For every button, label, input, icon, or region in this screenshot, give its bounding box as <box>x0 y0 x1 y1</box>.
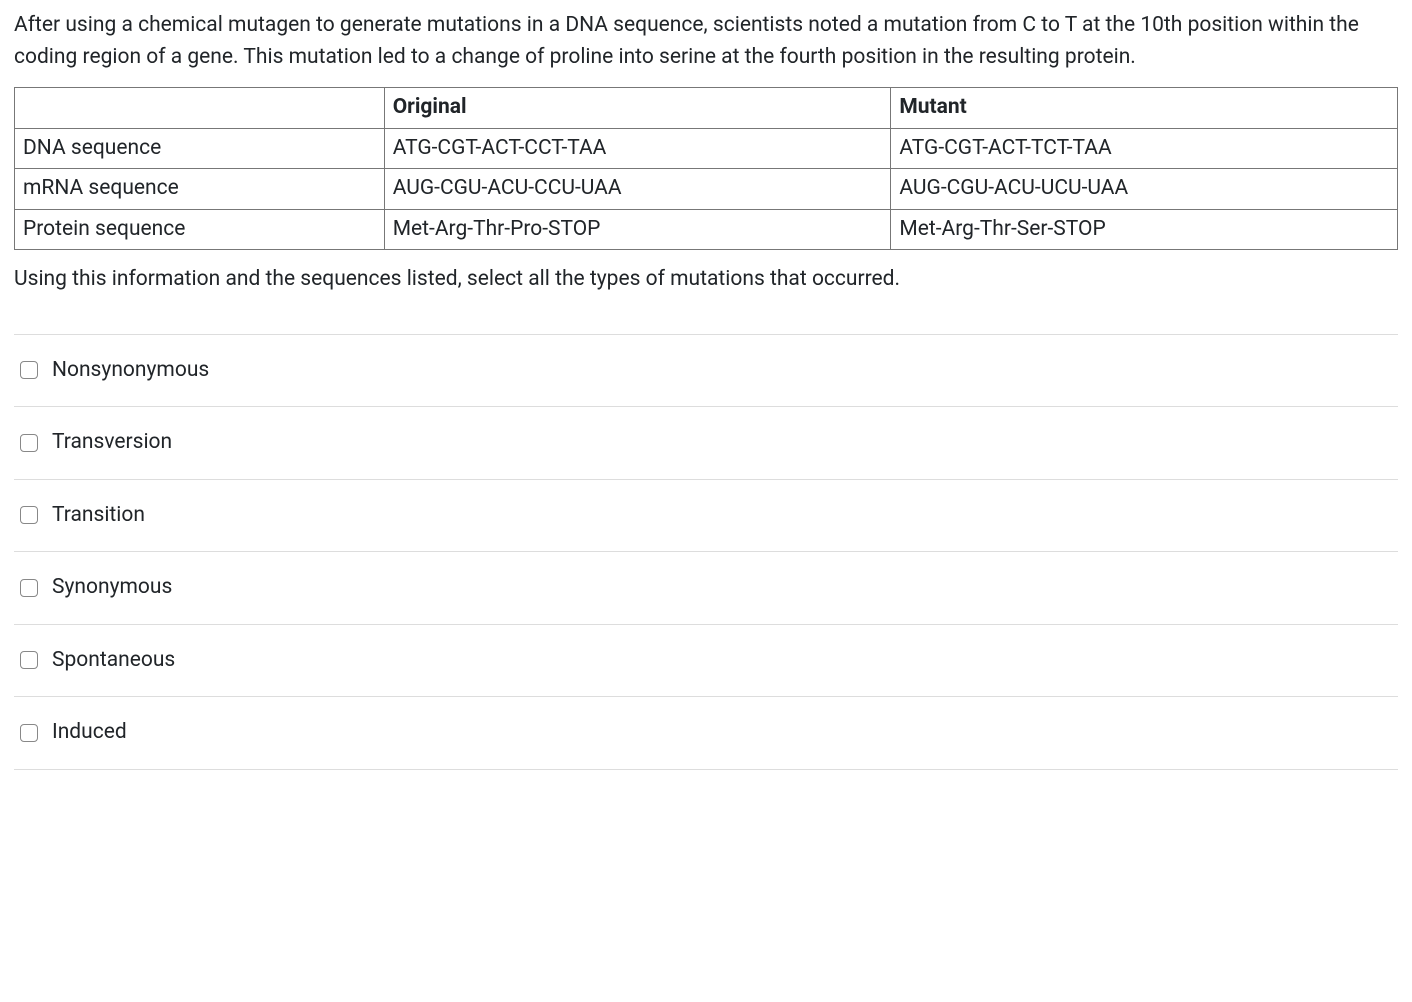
option-nonsynonymous[interactable]: Nonsynonymous <box>14 334 1398 407</box>
option-synonymous[interactable]: Synonymous <box>14 551 1398 624</box>
option-label: Transition <box>52 500 145 532</box>
row-label: mRNA sequence <box>15 169 385 210</box>
option-induced[interactable]: Induced <box>14 696 1398 770</box>
option-label: Induced <box>52 717 127 749</box>
intro-paragraph: After using a chemical mutagen to genera… <box>14 10 1398 73</box>
checkbox-icon[interactable] <box>20 724 38 742</box>
checkbox-icon[interactable] <box>20 434 38 452</box>
option-label: Transversion <box>52 427 172 459</box>
row-original: AUG-CGU-ACU-CCU-UAA <box>384 169 891 210</box>
checkbox-icon[interactable] <box>20 651 38 669</box>
question-text: Using this information and the sequences… <box>14 264 1398 296</box>
row-label: Protein sequence <box>15 209 385 250</box>
table-row: DNA sequence ATG-CGT-ACT-CCT-TAA ATG-CGT… <box>15 128 1398 169</box>
table-row: mRNA sequence AUG-CGU-ACU-CCU-UAA AUG-CG… <box>15 169 1398 210</box>
option-label: Spontaneous <box>52 645 175 677</box>
option-spontaneous[interactable]: Spontaneous <box>14 624 1398 697</box>
checkbox-icon[interactable] <box>20 579 38 597</box>
header-blank <box>15 88 385 129</box>
option-label: Nonsynonymous <box>52 355 209 387</box>
option-transition[interactable]: Transition <box>14 479 1398 552</box>
checkbox-icon[interactable] <box>20 506 38 524</box>
table-header-row: Original Mutant <box>15 88 1398 129</box>
row-original: Met-Arg-Thr-Pro-STOP <box>384 209 891 250</box>
header-original: Original <box>384 88 891 129</box>
table-row: Protein sequence Met-Arg-Thr-Pro-STOP Me… <box>15 209 1398 250</box>
row-mutant: Met-Arg-Thr-Ser-STOP <box>891 209 1398 250</box>
header-mutant: Mutant <box>891 88 1398 129</box>
options-list: Nonsynonymous Transversion Transition Sy… <box>14 334 1398 770</box>
row-original: ATG-CGT-ACT-CCT-TAA <box>384 128 891 169</box>
sequence-table: Original Mutant DNA sequence ATG-CGT-ACT… <box>14 87 1398 250</box>
checkbox-icon[interactable] <box>20 361 38 379</box>
row-mutant: ATG-CGT-ACT-TCT-TAA <box>891 128 1398 169</box>
option-label: Synonymous <box>52 572 172 604</box>
option-transversion[interactable]: Transversion <box>14 406 1398 479</box>
row-mutant: AUG-CGU-ACU-UCU-UAA <box>891 169 1398 210</box>
row-label: DNA sequence <box>15 128 385 169</box>
